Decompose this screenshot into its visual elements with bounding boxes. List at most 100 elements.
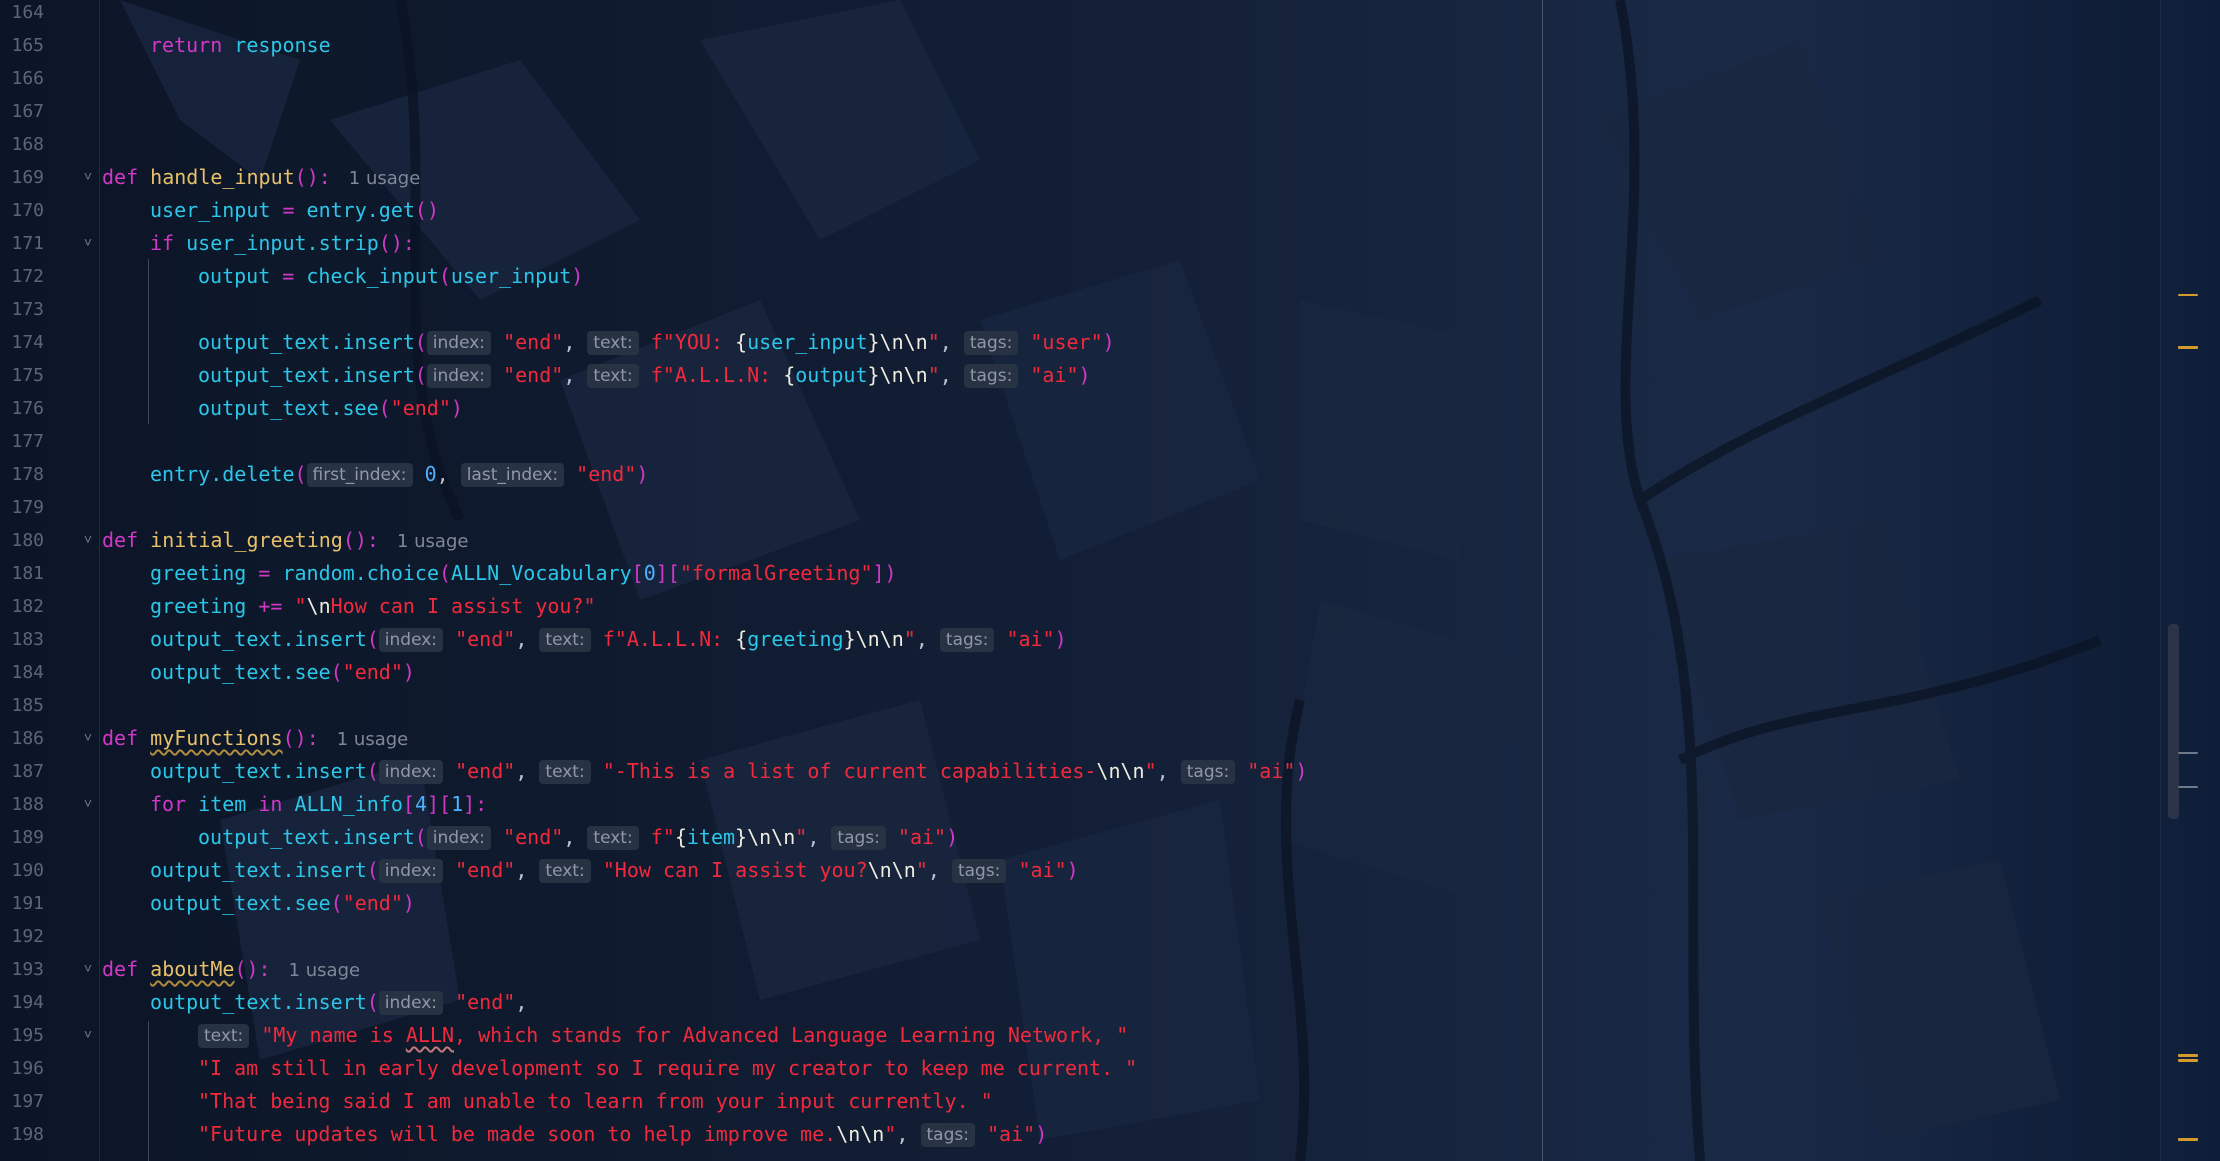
code-line[interactable]: user_input = entry.get() (150, 194, 439, 227)
usage-count-hint[interactable]: 1 usage (289, 960, 361, 981)
line-number[interactable]: 194 (0, 986, 44, 1019)
warning-marker[interactable] (2178, 294, 2198, 296)
fold-chevron-icon[interactable]: ˅ (82, 161, 94, 194)
fold-chevron-icon[interactable]: ˅ (82, 788, 94, 821)
line-number[interactable]: 196 (0, 1052, 44, 1085)
line-number[interactable]: 170 (0, 194, 44, 227)
code-line[interactable]: output_text.insert(index: "end", (150, 986, 527, 1019)
code-editor[interactable]: 164 165 return response 166 167 168 169 ˅ def ha… (0, 0, 2160, 1161)
code-token: def (102, 165, 139, 189)
line-number[interactable]: 181 (0, 557, 44, 590)
code-line[interactable]: text: "My name is ALLN, which stands for… (198, 1019, 1128, 1052)
code-line[interactable]: "That being said I am unable to learn fr… (198, 1085, 993, 1118)
code-line[interactable]: output_text.insert(index: "end", text: f… (198, 821, 958, 854)
line-number[interactable]: 198 (0, 1118, 44, 1151)
code-line[interactable]: "Future updates will be made soon to hel… (198, 1118, 1047, 1151)
usage-count-hint[interactable]: 1 usage (349, 168, 421, 189)
line-number[interactable]: 186 (0, 722, 44, 755)
code-line[interactable]: output_text.insert(index: "end", text: f… (150, 623, 1067, 656)
code-line[interactable]: output = check_input(user_input) (198, 260, 583, 293)
code-line[interactable]: greeting = random.choice(ALLN_Vocabulary… (150, 557, 897, 590)
line-number[interactable]: 184 (0, 656, 44, 689)
line-number[interactable]: 166 (0, 62, 44, 95)
line-number[interactable]: 192 (0, 920, 44, 953)
fold-chevron-icon[interactable]: ˅ (82, 953, 94, 986)
code-token: output_text.insert (150, 858, 367, 882)
line-number[interactable]: 188 (0, 788, 44, 821)
code-line[interactable]: entry.delete(first_index: 0, last_index:… (150, 458, 648, 491)
code-token: return (150, 33, 223, 57)
warning-marker[interactable] (2178, 1059, 2198, 1062)
code-token: ][ (427, 792, 452, 816)
line-number[interactable]: 175 (0, 359, 44, 392)
line-number[interactable]: 187 (0, 755, 44, 788)
code-line[interactable]: output_text.insert(index: "end", text: f… (198, 326, 1115, 359)
line-number[interactable]: 176 (0, 392, 44, 425)
code-line[interactable]: output_text.see("end") (150, 887, 415, 920)
line-number[interactable]: 180 (0, 524, 44, 557)
usage-count-hint[interactable]: 1 usage (397, 531, 469, 552)
line-number[interactable]: 177 (0, 425, 44, 458)
code-line[interactable]: if user_input.strip(): (150, 227, 415, 260)
line-number[interactable]: 178 (0, 458, 44, 491)
code-line[interactable]: def initial_greeting(): 1 usage (102, 524, 468, 557)
vertical-scrollbar[interactable] (2160, 0, 2220, 1161)
line-number[interactable]: 179 (0, 491, 44, 524)
fold-chevron-icon[interactable]: ˅ (82, 524, 94, 557)
scrollbar-track[interactable] (2160, 0, 2220, 1161)
line-number[interactable]: 171 (0, 227, 44, 260)
line-number[interactable]: 191 (0, 887, 44, 920)
code-line[interactable]: output_text.insert(index: "end", text: "… (150, 854, 1079, 887)
line-number[interactable]: 164 (0, 0, 44, 29)
line-number[interactable]: 169 (0, 161, 44, 194)
code-line[interactable]: output_text.see("end") (150, 656, 415, 689)
warning-marker[interactable] (2178, 346, 2198, 349)
code-line[interactable]: return response (150, 29, 331, 62)
parameter-hint: index: (378, 859, 444, 883)
warning-marker[interactable] (2178, 1138, 2198, 1141)
info-marker[interactable] (2178, 752, 2198, 754)
line-number[interactable]: 182 (0, 590, 44, 623)
info-marker[interactable] (2178, 786, 2198, 788)
code-line[interactable]: output_text.see("end") (198, 392, 463, 425)
line-number[interactable]: 165 (0, 29, 44, 62)
code-line[interactable]: def handle_input(): 1 usage (102, 161, 420, 194)
fold-chevron-icon[interactable]: ˅ (82, 1019, 94, 1052)
code-token: output_text.see (150, 891, 331, 915)
code-token: f"A.L.L.N: (650, 363, 784, 387)
scrollbar-thumb[interactable] (2168, 624, 2179, 819)
line-number[interactable]: 189 (0, 821, 44, 854)
code-line[interactable]: greeting += "\nHow can I assist you?" (150, 590, 596, 623)
gutter-row: 183 (0, 623, 60, 656)
usage-count-hint[interactable]: 1 usage (337, 729, 409, 750)
line-number[interactable]: 193 (0, 953, 44, 986)
code-line[interactable]: def myFunctions(): 1 usage (102, 722, 408, 755)
line-number[interactable]: 167 (0, 95, 44, 128)
fold-chevron-icon[interactable]: ˅ (82, 227, 94, 260)
line-number[interactable]: 174 (0, 326, 44, 359)
gutter-row: 170 (0, 194, 60, 227)
code-token: () (414, 198, 440, 222)
code-line[interactable]: output_text.insert(index: "end", text: f… (198, 359, 1091, 392)
line-number[interactable]: 183 (0, 623, 44, 656)
code-token: " (903, 627, 916, 651)
line-number[interactable]: 195 (0, 1019, 44, 1052)
line-number[interactable]: 168 (0, 128, 44, 161)
line-number[interactable]: 185 (0, 689, 44, 722)
code-token: "formalGreeting" (679, 561, 873, 585)
fold-chevron-icon[interactable]: ˅ (82, 722, 94, 755)
code-line[interactable]: "I am still in early development so I re… (198, 1052, 1137, 1085)
code-token: 0 (643, 561, 656, 585)
line-number[interactable]: 190 (0, 854, 44, 887)
code-line[interactable]: def aboutMe(): 1 usage (102, 953, 360, 986)
line-number[interactable]: 172 (0, 260, 44, 293)
warning-marker[interactable] (2178, 1054, 2198, 1057)
code-line[interactable]: output_text.insert(index: "end", text: "… (150, 755, 1307, 788)
line-number[interactable]: 173 (0, 293, 44, 326)
line-number[interactable]: 197 (0, 1085, 44, 1118)
code-line[interactable]: for item in ALLN_info[4][1]: (150, 788, 487, 821)
